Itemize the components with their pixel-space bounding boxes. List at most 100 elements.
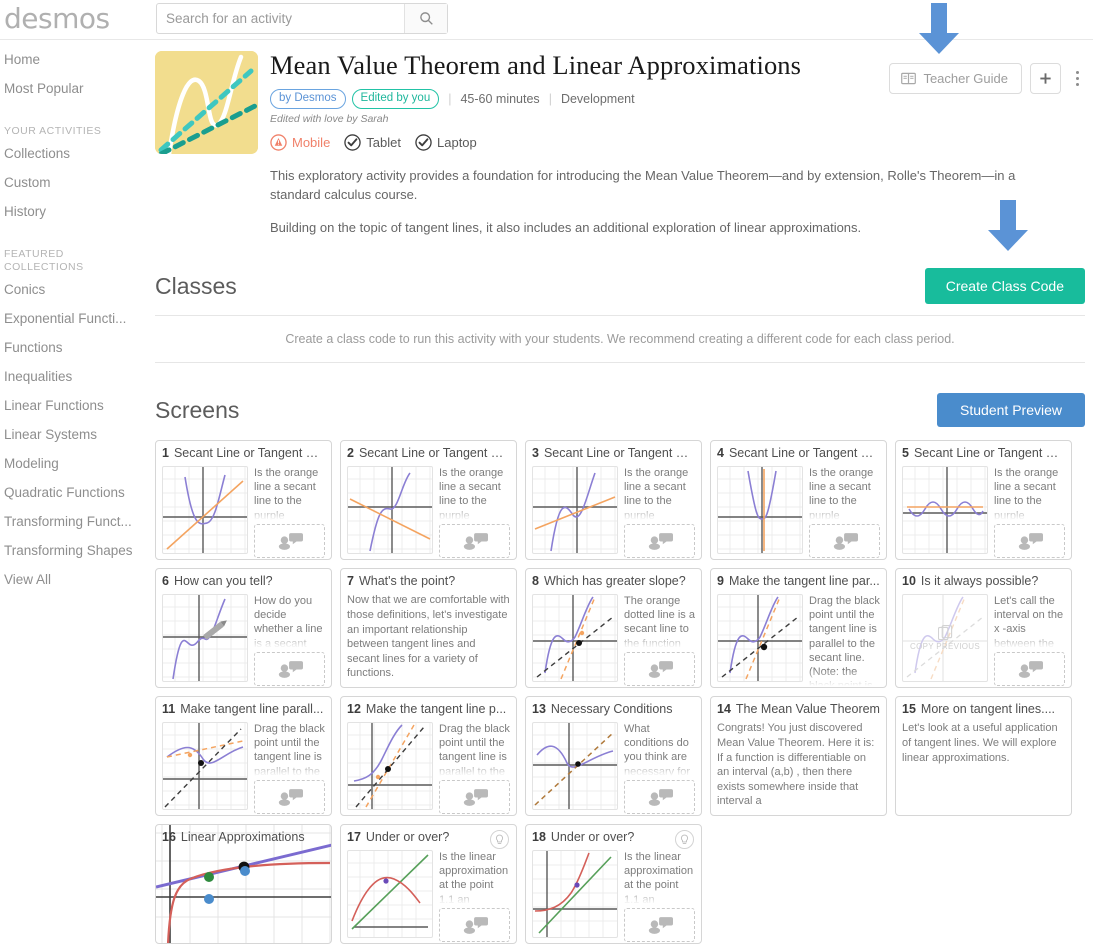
screen-title: Secant Line or Tangent Li... xyxy=(728,446,880,461)
screen-number: 15 xyxy=(902,702,916,717)
desmos-logo[interactable]: desmos xyxy=(4,2,110,35)
screen-card[interactable]: 9 Make the tangent line par... Drag the … xyxy=(710,568,887,689)
featured-header-line-2: COLLECTIONS xyxy=(4,260,84,273)
screen-note-placeholder[interactable] xyxy=(439,524,510,559)
screen-note-placeholder[interactable] xyxy=(439,908,510,943)
screen-thumbnail-graph xyxy=(347,466,433,555)
main-content: Mean Value Theorem and Linear Approximat… xyxy=(155,45,1085,944)
screen-card-body: Is the orange line a secant line to the … xyxy=(162,466,325,559)
add-button[interactable] xyxy=(1030,63,1061,94)
screen-note-placeholder[interactable] xyxy=(994,652,1065,687)
screen-card-header: 1 Secant Line or Tangent Li... xyxy=(162,446,325,463)
screen-prompt-text: Is the orange line a secant line to the … xyxy=(994,466,1065,521)
device-tablet: Tablet xyxy=(344,134,401,151)
screen-card-body: COPY PREVIOUS Let's call the interval on… xyxy=(902,594,1065,687)
screen-note-placeholder[interactable] xyxy=(254,652,325,687)
screen-number: 11 xyxy=(162,702,176,717)
screen-note-placeholder[interactable] xyxy=(254,524,325,559)
screen-card-body: Is the orange line a secant line to the … xyxy=(532,466,695,559)
sidebar-item-custom[interactable]: Custom xyxy=(0,168,150,197)
sidebar-item-quadratic-functions[interactable]: Quadratic Functions xyxy=(0,478,150,507)
screen-number: 16 xyxy=(162,830,176,845)
screen-note-placeholder[interactable] xyxy=(624,652,695,687)
screen-card[interactable]: 3 Secant Line or Tangent Li... Is the or… xyxy=(525,440,702,561)
featured-header-line-1: FEATURED xyxy=(4,248,64,261)
screen-thumbnail-graph xyxy=(347,722,433,811)
screen-note-placeholder[interactable] xyxy=(624,780,695,815)
screen-card[interactable]: 8 Which has greater slope? The orange do… xyxy=(525,568,702,689)
teacher-guide-button[interactable]: Teacher Guide xyxy=(889,63,1022,94)
screen-card[interactable]: 12 Make the tangent line p... Drag the b… xyxy=(340,696,517,817)
notes-icon xyxy=(648,788,673,806)
screen-card[interactable]: 5 Secant Line or Tangent Li... Is the or… xyxy=(895,440,1072,561)
sidebar-item-collections[interactable]: Collections xyxy=(0,139,150,168)
notes-icon xyxy=(463,916,488,934)
sidebar-item-history[interactable]: History xyxy=(0,197,150,226)
screen-note-placeholder[interactable] xyxy=(624,908,695,943)
screen-card[interactable]: 4 Secant Line or Tangent Li... Is the or… xyxy=(710,440,887,561)
activity-thumbnail[interactable] xyxy=(155,51,258,154)
sidebar-item-most-popular[interactable]: Most Popular xyxy=(0,74,150,103)
screen-note-placeholder[interactable] xyxy=(994,524,1065,559)
notes-icon xyxy=(1018,660,1043,678)
device-mobile-label: Mobile xyxy=(292,134,331,150)
screen-thumbnail-graph xyxy=(532,466,618,555)
screen-card[interactable]: 15 More on tangent lines.... Let's look … xyxy=(895,696,1072,817)
sidebar-item-functions[interactable]: Functions xyxy=(0,333,150,362)
screen-card[interactable]: 14 The Mean Value Theorem Congrats! You … xyxy=(710,696,887,817)
search-bar[interactable] xyxy=(156,3,448,34)
thumbnail-graph-image xyxy=(155,51,258,154)
screen-number: 6 xyxy=(162,574,169,589)
sidebar-item-linear-systems[interactable]: Linear Systems xyxy=(0,420,150,449)
search-input[interactable] xyxy=(157,4,404,33)
screen-number: 5 xyxy=(902,446,909,461)
screen-title: Under or over? xyxy=(550,830,635,845)
screen-title: Secant Line or Tangent Li... xyxy=(358,446,510,461)
kebab-dot xyxy=(1075,71,1079,74)
screen-note-placeholder[interactable] xyxy=(439,780,510,815)
screen-card[interactable]: 17 Under or over? Is the linear approxim… xyxy=(340,824,517,944)
activity-info: Mean Value Theorem and Linear Approximat… xyxy=(270,51,1085,238)
book-icon xyxy=(901,72,917,85)
sidebar-item-modeling[interactable]: Modeling xyxy=(0,449,150,478)
sidebar-item-home[interactable]: Home xyxy=(0,45,150,74)
sidebar-item-linear-functions[interactable]: Linear Functions xyxy=(0,391,150,420)
device-laptop: Laptop xyxy=(415,134,477,151)
screen-card[interactable]: 7 What's the point? Now that we are comf… xyxy=(340,568,517,689)
screen-title: Linear Approximations xyxy=(180,830,305,845)
screen-card[interactable]: 2 Secant Line or Tangent Li... Is the or… xyxy=(340,440,517,561)
sidebar: Home Most Popular YOUR ACTIVITIES Collec… xyxy=(0,45,150,594)
more-options-button[interactable] xyxy=(1069,64,1085,93)
sidebar-item-view-all[interactable]: View All xyxy=(0,565,150,594)
device-mobile: Mobile xyxy=(270,134,330,151)
student-preview-button[interactable]: Student Preview xyxy=(937,393,1085,428)
screen-thumbnail-graph: COPY PREVIOUS xyxy=(902,594,988,683)
screen-note-placeholder[interactable] xyxy=(254,780,325,815)
screen-note-placeholder[interactable] xyxy=(624,524,695,559)
notes-icon xyxy=(1018,532,1043,550)
screen-card[interactable]: 11 Make tangent line parall... Drag the … xyxy=(155,696,332,817)
screen-prompt-text: Drag the black point until the tangent l… xyxy=(439,723,510,777)
lightbulb-icon xyxy=(495,834,504,844)
screen-card-header: 7 What's the point? xyxy=(347,574,510,591)
screen-card-header: 8 Which has greater slope? xyxy=(532,574,695,591)
sidebar-item-transforming-functions[interactable]: Transforming Funct... xyxy=(0,507,150,536)
screen-card[interactable]: 10 Is it always possible? COPY PREVIOUS … xyxy=(895,568,1072,689)
plus-icon xyxy=(1040,73,1051,84)
screen-card[interactable]: 6 How can you tell? How do you decide wh… xyxy=(155,568,332,689)
screen-card[interactable]: 1 Secant Line or Tangent Li... Is the or… xyxy=(155,440,332,561)
screen-text-column: Drag the black point until the tangent l… xyxy=(254,722,325,815)
screen-card[interactable]: 16 Linear Approximations xyxy=(155,824,332,944)
sidebar-item-exponential-functions[interactable]: Exponential Functi... xyxy=(0,304,150,333)
screen-card[interactable]: 18 Under or over? Is the linear approxim… xyxy=(525,824,702,944)
create-class-code-button[interactable]: Create Class Code xyxy=(924,268,1085,305)
screen-card[interactable]: 13 Necessary Conditions What conditions … xyxy=(525,696,702,817)
sidebar-item-transforming-shapes[interactable]: Transforming Shapes xyxy=(0,536,150,565)
screen-title: How can you tell? xyxy=(173,574,273,589)
sidebar-item-inequalities[interactable]: Inequalities xyxy=(0,362,150,391)
screen-note-placeholder[interactable] xyxy=(809,524,880,559)
search-submit-button[interactable] xyxy=(404,4,447,33)
sidebar-item-conics[interactable]: Conics xyxy=(0,275,150,304)
screen-title: Secant Line or Tangent Li... xyxy=(913,446,1065,461)
sidebar-gap-1 xyxy=(0,103,150,121)
